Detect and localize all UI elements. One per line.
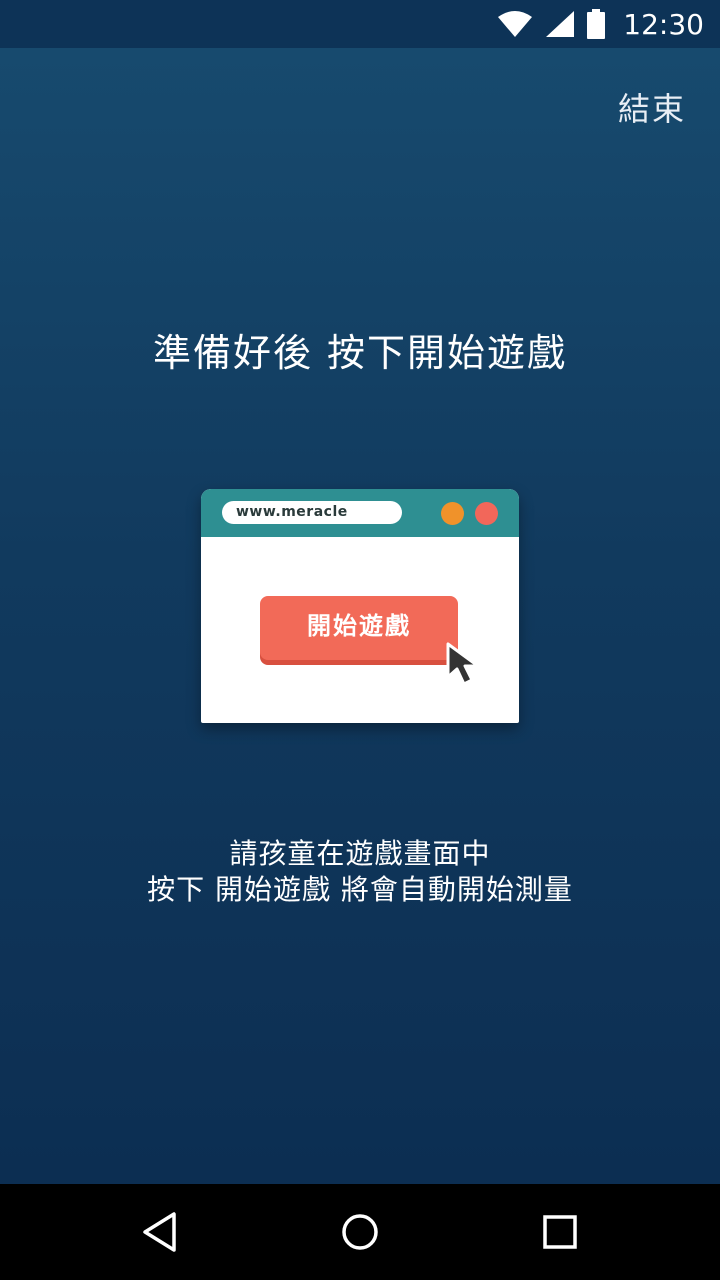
instructions-line-2: 按下 開始遊戲 將會自動開始測量 <box>147 873 573 906</box>
recents-icon[interactable] <box>536 1208 584 1256</box>
navigation-bar <box>0 1184 720 1280</box>
battery-icon <box>587 9 606 39</box>
browser-dot-red <box>475 502 498 525</box>
browser-url-bar: www.meracle <box>222 501 402 524</box>
status-icons: 12:30 <box>497 0 704 48</box>
status-bar: 12:30 <box>0 0 720 48</box>
browser-title-bar: www.meracle <box>201 489 519 537</box>
back-icon[interactable] <box>136 1208 184 1256</box>
instructions-text: 請孩童在遊戲畫面中 按下 開始遊戲 將會自動開始測量 <box>0 836 720 908</box>
page-title: 準備好後 按下開始遊戲 <box>152 331 568 375</box>
instructions-line-1: 請孩童在遊戲畫面中 <box>229 837 491 870</box>
cellular-signal-icon <box>546 11 575 37</box>
wifi-icon <box>498 11 533 37</box>
status-time: 12:30 <box>623 7 704 41</box>
illustration-start-button: 開始遊戲 <box>260 596 458 660</box>
end-button[interactable]: 結束 <box>618 84 686 130</box>
main-content: 結束 準備好後 按下開始遊戲 www.meracle 開始遊戲 請孩童在遊戲畫面… <box>0 48 720 1184</box>
cursor-icon <box>446 642 480 686</box>
home-icon[interactable] <box>336 1208 384 1256</box>
browser-dot-orange <box>441 502 464 525</box>
browser-illustration: www.meracle 開始遊戲 <box>201 489 519 723</box>
